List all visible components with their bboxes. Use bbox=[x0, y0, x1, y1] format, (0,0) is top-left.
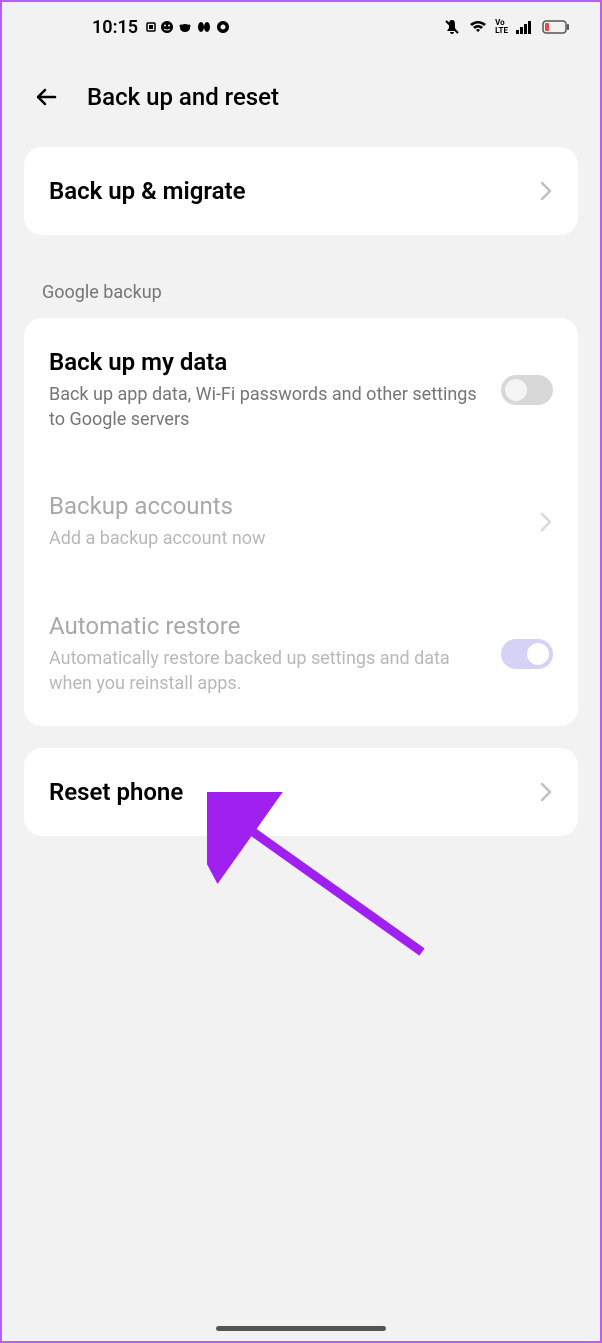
wifi-icon bbox=[469, 20, 487, 34]
circle-icon bbox=[216, 20, 230, 34]
automatic-restore-title: Automatic restore bbox=[49, 612, 501, 640]
back-button[interactable] bbox=[32, 82, 62, 112]
page-title: Back up and reset bbox=[87, 83, 279, 111]
chevron-right-icon bbox=[539, 180, 553, 202]
status-right: VoLTE bbox=[443, 18, 570, 36]
card-google-backup: Back up my data Back up app data, Wi-Fi … bbox=[24, 318, 578, 726]
status-left: 10:15 bbox=[92, 17, 230, 38]
signal-icon bbox=[516, 20, 534, 34]
row-content: Reset phone bbox=[49, 778, 539, 806]
toggle-knob bbox=[527, 643, 549, 665]
card-backup-migrate: Back up & migrate bbox=[24, 147, 578, 235]
home-indicator[interactable] bbox=[216, 1326, 386, 1331]
backup-my-data-toggle[interactable] bbox=[501, 375, 553, 405]
row-content: Back up my data Back up app data, Wi-Fi … bbox=[49, 348, 501, 432]
row-content: Back up & migrate bbox=[49, 177, 539, 205]
chevron-right-icon bbox=[539, 511, 553, 533]
row-backup-accounts[interactable]: Backup accounts Add a backup account now bbox=[24, 462, 578, 581]
arrow-left-icon bbox=[33, 83, 61, 111]
backup-accounts-subtitle: Add a backup account now bbox=[49, 526, 539, 551]
status-time: 10:15 bbox=[92, 17, 138, 38]
row-backup-my-data[interactable]: Back up my data Back up app data, Wi-Fi … bbox=[24, 318, 578, 462]
reset-phone-title: Reset phone bbox=[49, 778, 539, 806]
row-automatic-restore[interactable]: Automatic restore Automatically restore … bbox=[24, 582, 578, 726]
backup-my-data-subtitle: Back up app data, Wi-Fi passwords and ot… bbox=[49, 382, 501, 432]
pills-icon bbox=[196, 20, 212, 34]
row-backup-migrate[interactable]: Back up & migrate bbox=[24, 147, 578, 235]
card-reset-phone: Reset phone bbox=[24, 748, 578, 836]
reddit-icon bbox=[178, 20, 192, 34]
face-icon bbox=[160, 20, 174, 34]
toggle-knob bbox=[505, 379, 527, 401]
status-notification-icons bbox=[146, 20, 230, 34]
mini-square-icon bbox=[146, 22, 156, 32]
automatic-restore-toggle[interactable] bbox=[501, 639, 553, 669]
chevron-right-icon bbox=[539, 781, 553, 803]
row-content: Backup accounts Add a backup account now bbox=[49, 492, 539, 551]
automatic-restore-subtitle: Automatically restore backed up settings… bbox=[49, 646, 501, 696]
page-header: Back up and reset bbox=[2, 52, 600, 147]
row-content: Automatic restore Automatically restore … bbox=[49, 612, 501, 696]
mute-icon bbox=[443, 18, 461, 36]
volte-icon: VoLTE bbox=[495, 19, 508, 35]
backup-accounts-title: Backup accounts bbox=[49, 492, 539, 520]
status-bar: 10:15 VoLTE bbox=[2, 2, 600, 52]
backup-my-data-title: Back up my data bbox=[49, 348, 501, 376]
battery-icon bbox=[542, 20, 570, 34]
row-reset-phone[interactable]: Reset phone bbox=[24, 748, 578, 836]
section-label-google-backup: Google backup bbox=[2, 257, 600, 318]
backup-migrate-title: Back up & migrate bbox=[49, 177, 539, 205]
